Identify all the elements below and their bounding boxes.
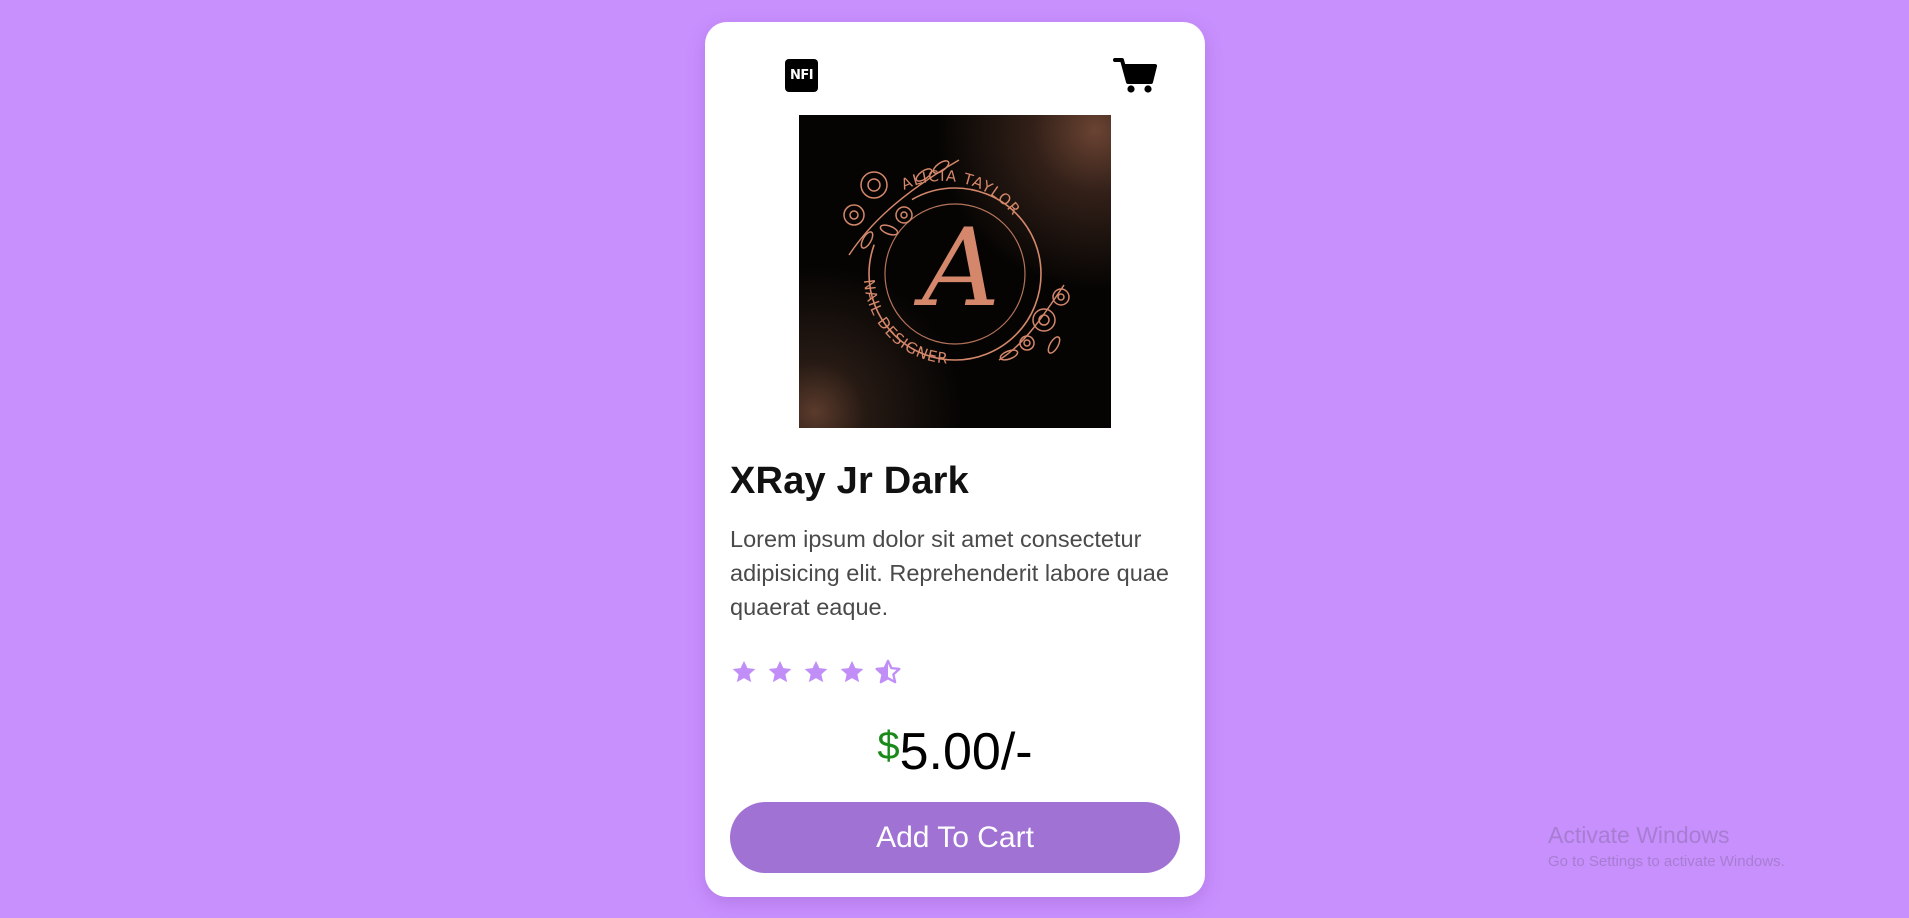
price: $5.00/- [705, 722, 1205, 782]
card-header: NFI [785, 55, 1157, 95]
product-title: XRay Jr Dark [730, 460, 969, 502]
activate-windows-watermark: Activate Windows Go to Settings to activ… [1548, 822, 1785, 870]
watermark-title: Activate Windows [1548, 822, 1730, 848]
logo-monogram: A [913, 206, 1000, 331]
price-currency: $ [877, 724, 900, 768]
shopping-cart-icon[interactable] [1113, 55, 1157, 95]
product-card: NFI ALICIA TAYLOR NAIL DESIGNER A XRay J… [705, 22, 1205, 897]
rating-stars [730, 658, 902, 686]
product-description: Lorem ipsum dolor sit amet consectetur a… [730, 526, 1169, 620]
product-image: ALICIA TAYLOR NAIL DESIGNER A [799, 115, 1111, 428]
star-full-icon [840, 660, 864, 683]
star-half-icon [875, 659, 901, 684]
floral-ornament-bottom-right [998, 284, 1070, 361]
star-full-icon [804, 660, 828, 683]
star-full-icon [768, 660, 792, 683]
star-full-icon [732, 660, 756, 683]
nail-designer-logo: ALICIA TAYLOR NAIL DESIGNER A [843, 159, 1070, 368]
watermark-subtitle: Go to Settings to activate Windows. [1548, 853, 1785, 870]
add-to-cart-button[interactable]: Add To Cart [730, 802, 1180, 873]
nfi-logo: NFI [785, 58, 818, 92]
price-amount: 5.00/- [899, 723, 1033, 781]
